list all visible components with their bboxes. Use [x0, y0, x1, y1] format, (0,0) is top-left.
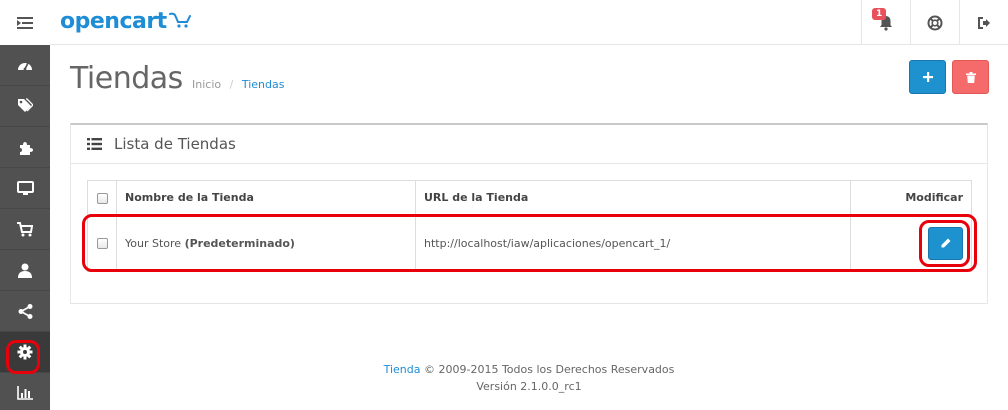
list-icon	[87, 138, 102, 150]
store-name-cell: Your Store (Predeterminado)	[116, 214, 416, 272]
delete-store-button[interactable]	[952, 60, 989, 94]
sidebar-nav	[0, 45, 50, 410]
top-header: opencart 1	[0, 0, 1008, 45]
column-header-action: Modificar	[850, 180, 972, 215]
desktop-icon	[16, 180, 34, 195]
logout-button[interactable]	[959, 0, 1008, 45]
store-url-cell: http://localhost/iaw/aplicaciones/openca…	[415, 214, 851, 272]
breadcrumb-home[interactable]: Inicio	[192, 78, 221, 91]
bar-chart-icon	[17, 386, 33, 400]
page-title: Tiendas	[70, 61, 183, 96]
sidebar-item-marketing[interactable]	[0, 291, 50, 332]
footer-copyright: © 2009-2015 Todos los Derechos Reservado…	[424, 363, 675, 376]
store-name: Your Store	[125, 236, 182, 250]
footer-copyright-line: Tienda © 2009-2015 Todos los Derechos Re…	[50, 361, 1008, 378]
shopping-cart-icon	[17, 221, 33, 236]
trash-icon	[965, 71, 976, 83]
menu-indent-icon	[17, 16, 33, 29]
sidebar-item-extensions[interactable]	[0, 127, 50, 168]
footer-store-link[interactable]: Tienda	[384, 363, 421, 376]
footer-version: Versión 2.1.0.0_rc1	[476, 380, 582, 393]
user-icon	[18, 263, 32, 278]
column-header-name[interactable]: Nombre de la Tienda	[116, 180, 416, 215]
share-icon	[18, 303, 32, 319]
life-ring-icon	[927, 15, 943, 30]
stores-panel: Lista de Tiendas Nombre de la Tienda URL…	[70, 123, 988, 304]
notification-badge: 1	[872, 8, 887, 20]
column-header-url[interactable]: URL de la Tienda	[415, 180, 851, 215]
select-all-checkbox[interactable]	[96, 192, 108, 204]
gear-icon	[17, 344, 33, 360]
add-store-button[interactable]	[909, 60, 946, 94]
opencart-logo[interactable]: opencart	[60, 6, 191, 38]
row-checkbox[interactable]	[96, 238, 108, 249]
menu-toggle-button[interactable]	[0, 0, 50, 45]
row-check-cell	[87, 214, 117, 272]
page-footer: Tienda © 2009-2015 Todos los Derechos Re…	[50, 361, 1008, 395]
store-action-cell	[850, 214, 972, 272]
edit-store-button[interactable]	[928, 226, 963, 260]
table-row: Your Store (Predeterminado) http://local…	[87, 214, 972, 272]
sidebar-item-customers[interactable]	[0, 250, 50, 291]
select-all-cell	[87, 180, 117, 215]
sidebar-item-catalog[interactable]	[0, 86, 50, 127]
sidebar-item-design[interactable]	[0, 168, 50, 209]
pencil-icon	[941, 238, 950, 248]
logo-cart-icon	[168, 12, 191, 28]
breadcrumb-separator: /	[229, 78, 234, 91]
breadcrumb-current[interactable]: Tiendas	[242, 78, 285, 91]
store-default-label: (Predeterminado)	[184, 236, 295, 250]
panel-heading: Lista de Tiendas	[71, 125, 987, 164]
tags-icon	[18, 98, 33, 112]
help-button[interactable]	[910, 0, 959, 45]
plus-icon	[922, 72, 933, 82]
sign-out-icon	[978, 16, 990, 29]
table-header-row: Nombre de la Tienda URL de la Tienda Mod…	[87, 180, 972, 215]
sidebar-item-sales[interactable]	[0, 209, 50, 250]
dashboard-icon	[18, 62, 32, 71]
panel-title: Lista de Tiendas	[114, 135, 236, 153]
breadcrumb: Inicio / Tiendas	[192, 78, 284, 91]
sidebar-item-reports[interactable]	[0, 373, 50, 410]
main-content: Tiendas Inicio / Tiendas Lista de Tienda…	[50, 45, 1008, 410]
logo-text: opencart	[60, 9, 167, 34]
stores-table: Nombre de la Tienda URL de la Tienda Mod…	[87, 180, 972, 272]
notifications-button[interactable]: 1	[861, 0, 910, 45]
sidebar-item-system[interactable]	[0, 332, 50, 373]
puzzle-icon	[19, 141, 33, 155]
sidebar-item-dashboard[interactable]	[0, 45, 50, 86]
